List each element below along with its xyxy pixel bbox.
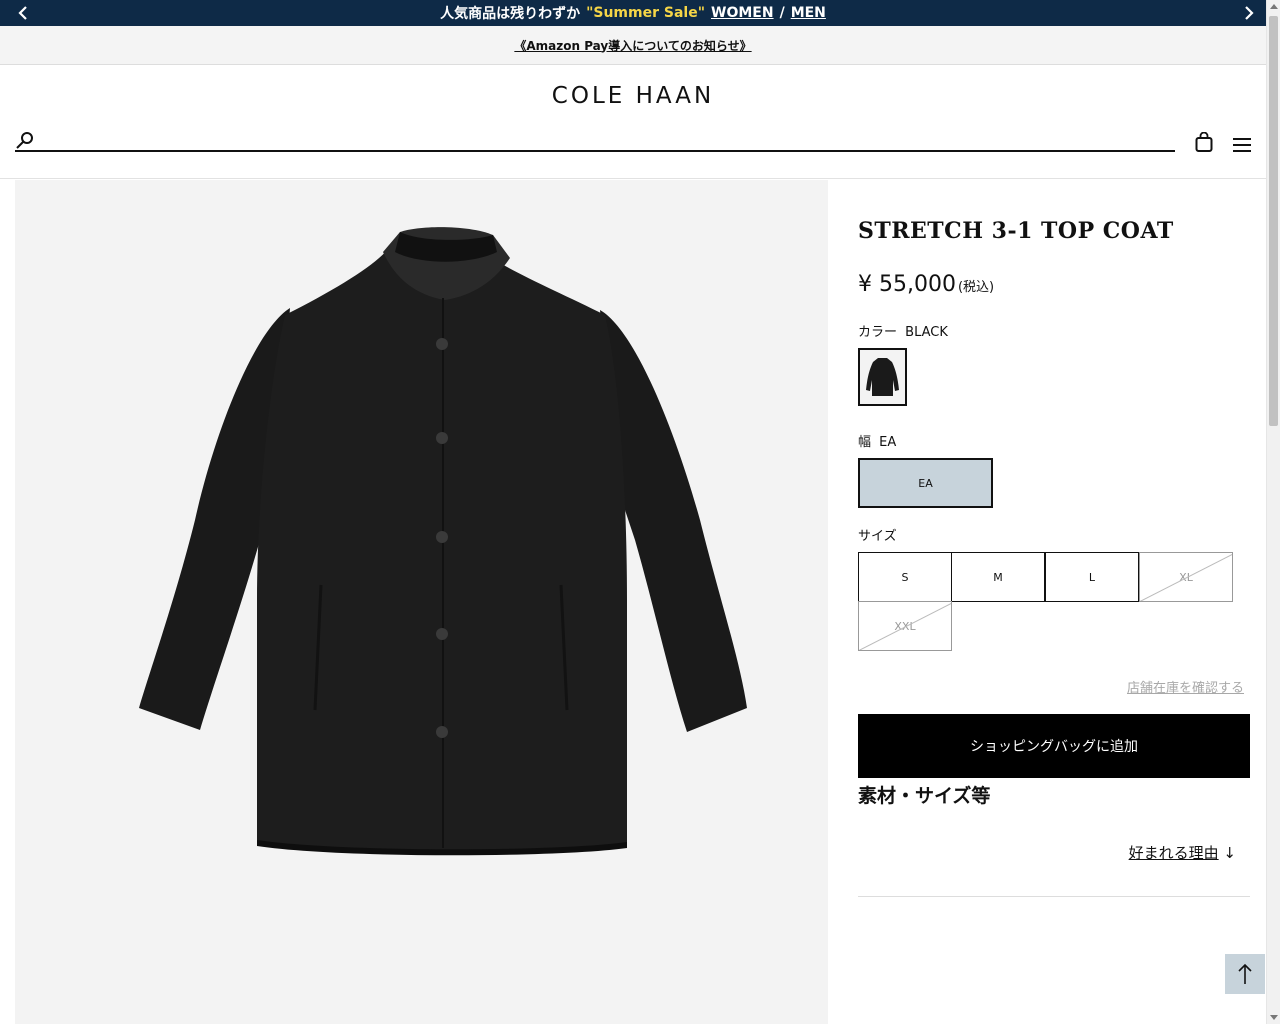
material-size-heading: 素材・サイズ等 — [858, 785, 991, 807]
promo-prev-button[interactable] — [10, 0, 36, 26]
size-option-l[interactable]: L — [1045, 552, 1139, 602]
search-bar — [15, 129, 1175, 152]
search-icon[interactable] — [15, 130, 35, 150]
notice-bar: 《Amazon Pay導入についてのお知らせ》 — [0, 26, 1266, 65]
width-label-text: 幅 — [858, 435, 872, 450]
promo-men-link[interactable]: MEN — [791, 5, 826, 21]
product-image-gallery[interactable] — [15, 180, 828, 1024]
price-value: ¥ 55,000 — [858, 272, 956, 297]
promo-highlight: "Summer Sale" — [586, 5, 705, 21]
size-label: サイズ — [858, 529, 897, 544]
page-scrollbar[interactable] — [1266, 0, 1280, 1024]
arrow-down-icon: ↓ — [1223, 844, 1236, 862]
back-to-top-button[interactable] — [1225, 954, 1265, 994]
promo-text: 人気商品は残りわずか — [440, 6, 581, 22]
width-option-ea[interactable]: EA — [858, 458, 993, 508]
size-option-xl-unavailable[interactable]: XL — [1139, 552, 1233, 602]
chevron-left-icon — [18, 6, 27, 20]
scroll-down-arrow[interactable] — [1270, 1015, 1278, 1020]
size-option-s[interactable]: S — [858, 552, 952, 602]
scroll-up-arrow[interactable] — [1270, 4, 1278, 9]
color-value: BLACK — [905, 325, 948, 340]
section-divider — [858, 896, 1250, 897]
add-to-bag-button[interactable]: ショッピングバッグに追加 — [858, 714, 1250, 778]
width-label: 幅 EA — [858, 431, 896, 450]
color-label-text: カラー — [858, 325, 898, 340]
chevron-right-icon — [1245, 6, 1254, 20]
size-option-xxl-unavailable[interactable]: XXL — [858, 601, 952, 651]
size-option-m[interactable]: M — [951, 552, 1045, 602]
amazon-pay-notice-link[interactable]: 《Amazon Pay導入についてのお知らせ》 — [514, 37, 751, 54]
product-title: STRETCH 3-1 TOP COAT — [858, 218, 1174, 244]
scrollbar-thumb[interactable] — [1269, 16, 1278, 426]
color-swatch-thumbnail — [866, 358, 899, 396]
promo-women-link[interactable]: WOMEN — [711, 5, 774, 21]
arrow-up-icon — [1238, 963, 1252, 984]
product-price: ¥ 55,000 (税込) — [858, 272, 994, 297]
reason-link[interactable]: 好まれる理由 ↓ — [1129, 842, 1236, 863]
tax-note: (税込) — [957, 280, 995, 295]
promo-bar: 人気商品は残りわずか "Summer Sale" WOMEN / MEN — [0, 0, 1266, 26]
promo-next-button[interactable] — [1236, 0, 1262, 26]
site-header: COLE HAAN — [0, 65, 1266, 179]
site-logo[interactable]: COLE HAAN — [0, 83, 1266, 109]
width-value: EA — [879, 435, 897, 450]
color-label: カラー BLACK — [858, 321, 948, 340]
shopping-bag-icon[interactable] — [1195, 132, 1213, 152]
reason-link-text: 好まれる理由 — [1128, 844, 1219, 862]
product-image — [139, 227, 747, 856]
hamburger-menu-icon[interactable] — [1233, 137, 1251, 153]
promo-separator: / — [779, 5, 785, 21]
search-input[interactable] — [43, 129, 1163, 150]
color-swatch-black[interactable] — [858, 348, 907, 406]
store-stock-link[interactable]: 店舗在庫を確認する — [1127, 677, 1244, 696]
